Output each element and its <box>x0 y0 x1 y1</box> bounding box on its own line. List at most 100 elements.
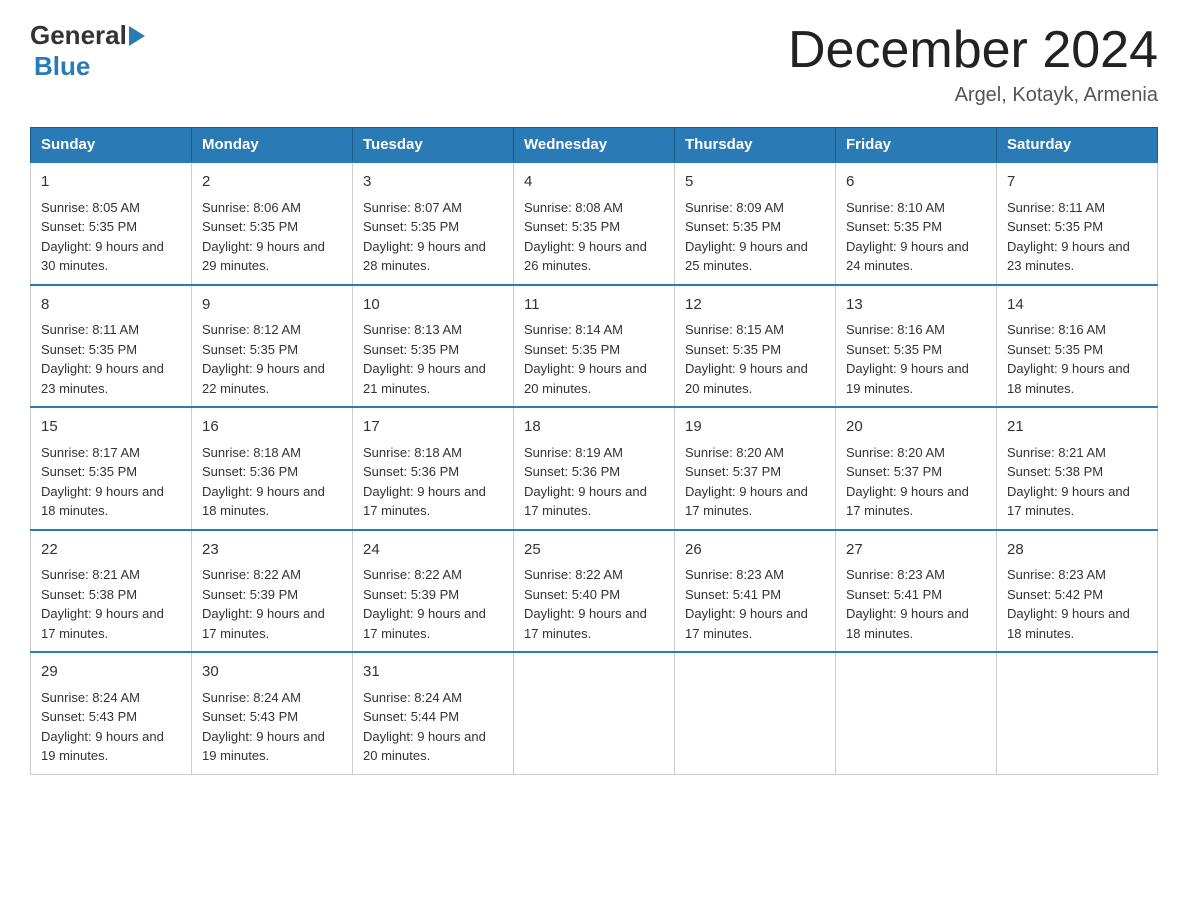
day-number: 24 <box>363 539 503 562</box>
calendar-cell: 15Sunrise: 8:17 AMSunset: 5:35 PMDayligh… <box>31 407 192 530</box>
day-number: 11 <box>524 294 664 317</box>
day-number: 7 <box>1007 171 1147 194</box>
daylight-text: Daylight: 9 hours and 19 minutes. <box>202 729 325 764</box>
sunset-text: Sunset: 5:35 PM <box>202 342 298 357</box>
day-header-saturday: Saturday <box>997 128 1158 163</box>
sunrise-text: Sunrise: 8:21 AM <box>1007 445 1106 460</box>
sunrise-text: Sunrise: 8:09 AM <box>685 200 784 215</box>
day-number: 23 <box>202 539 342 562</box>
sunset-text: Sunset: 5:35 PM <box>41 464 137 479</box>
sunrise-text: Sunrise: 8:24 AM <box>202 690 301 705</box>
sunrise-text: Sunrise: 8:15 AM <box>685 322 784 337</box>
calendar-cell: 31Sunrise: 8:24 AMSunset: 5:44 PMDayligh… <box>353 652 514 774</box>
calendar-cell: 17Sunrise: 8:18 AMSunset: 5:36 PMDayligh… <box>353 407 514 530</box>
sunrise-text: Sunrise: 8:10 AM <box>846 200 945 215</box>
day-number: 29 <box>41 661 181 684</box>
daylight-text: Daylight: 9 hours and 26 minutes. <box>524 239 647 274</box>
calendar-cell: 28Sunrise: 8:23 AMSunset: 5:42 PMDayligh… <box>997 530 1158 653</box>
sunset-text: Sunset: 5:43 PM <box>41 709 137 724</box>
calendar-week-5: 29 Sunrise: 8:24 AM Sunset: 5:43 PM Dayligh… <box>31 652 1158 774</box>
daylight-text: Daylight: 9 hours and 17 minutes. <box>363 606 486 641</box>
daylight-text: Daylight: 9 hours and 20 minutes. <box>363 729 486 764</box>
sunset-text: Sunset: 5:36 PM <box>524 464 620 479</box>
daylight-text: Daylight: 9 hours and 20 minutes. <box>685 361 808 396</box>
sunrise-text: Sunrise: 8:06 AM <box>202 200 301 215</box>
calendar-cell: 24Sunrise: 8:22 AMSunset: 5:39 PMDayligh… <box>353 530 514 653</box>
day-number: 30 <box>202 661 342 684</box>
sunrise-text: Sunrise: 8:14 AM <box>524 322 623 337</box>
page-header: General Blue December 2024 Argel, Kotayk… <box>30 20 1158 107</box>
day-number: 4 <box>524 171 664 194</box>
daylight-text: Daylight: 9 hours and 24 minutes. <box>846 239 969 274</box>
calendar-cell: 13Sunrise: 8:16 AMSunset: 5:35 PMDayligh… <box>836 285 997 408</box>
calendar-cell: 6Sunrise: 8:10 AMSunset: 5:35 PMDaylight… <box>836 162 997 285</box>
daylight-text: Daylight: 9 hours and 30 minutes. <box>41 239 164 274</box>
sunrise-text: Sunrise: 8:18 AM <box>202 445 301 460</box>
calendar-cell <box>836 652 997 774</box>
sunrise-text: Sunrise: 8:07 AM <box>363 200 462 215</box>
sunrise-text: Sunrise: 8:16 AM <box>1007 322 1106 337</box>
daylight-text: Daylight: 9 hours and 17 minutes. <box>41 606 164 641</box>
day-number: 2 <box>202 171 342 194</box>
day-number: 28 <box>1007 539 1147 562</box>
day-number: 16 <box>202 416 342 439</box>
calendar-week-2: 8Sunrise: 8:11 AMSunset: 5:35 PMDaylight… <box>31 285 1158 408</box>
day-header-tuesday: Tuesday <box>353 128 514 163</box>
day-header-wednesday: Wednesday <box>514 128 675 163</box>
title-section: December 2024 Argel, Kotayk, Armenia <box>788 20 1158 107</box>
calendar-cell: 19Sunrise: 8:20 AMSunset: 5:37 PMDayligh… <box>675 407 836 530</box>
calendar-cell: 16Sunrise: 8:18 AMSunset: 5:36 PMDayligh… <box>192 407 353 530</box>
day-number: 18 <box>524 416 664 439</box>
calendar-cell <box>997 652 1158 774</box>
logo-triangle-icon <box>129 26 145 46</box>
sunrise-text: Sunrise: 8:20 AM <box>846 445 945 460</box>
calendar-cell: 2 Sunrise: 8:06 AM Sunset: 5:35 PM Daylight… <box>192 162 353 285</box>
calendar-cell: 7Sunrise: 8:11 AMSunset: 5:35 PMDaylight… <box>997 162 1158 285</box>
day-number: 26 <box>685 539 825 562</box>
day-number: 3 <box>363 171 503 194</box>
daylight-text: Daylight: 9 hours and 29 minutes. <box>202 239 325 274</box>
sunrise-text: Sunrise: 8:22 AM <box>524 567 623 582</box>
sunrise-text: Sunrise: 8:22 AM <box>202 567 301 582</box>
sunset-text: Sunset: 5:42 PM <box>1007 587 1103 602</box>
calendar-cell: 12Sunrise: 8:15 AMSunset: 5:35 PMDayligh… <box>675 285 836 408</box>
daylight-text: Daylight: 9 hours and 23 minutes. <box>41 361 164 396</box>
day-number: 20 <box>846 416 986 439</box>
daylight-text: Daylight: 9 hours and 28 minutes. <box>363 239 486 274</box>
calendar-table: SundayMondayTuesdayWednesdayThursdayFrid… <box>30 127 1158 775</box>
calendar-cell: 22Sunrise: 8:21 AMSunset: 5:38 PMDayligh… <box>31 530 192 653</box>
daylight-text: Daylight: 9 hours and 22 minutes. <box>202 361 325 396</box>
sunrise-text: Sunrise: 8:22 AM <box>363 567 462 582</box>
daylight-text: Daylight: 9 hours and 25 minutes. <box>685 239 808 274</box>
sunset-text: Sunset: 5:36 PM <box>202 464 298 479</box>
logo-blue-text: Blue <box>34 51 90 81</box>
daylight-text: Daylight: 9 hours and 17 minutes. <box>685 484 808 519</box>
sunrise-text: Sunrise: 8:11 AM <box>41 322 139 337</box>
calendar-cell: 18Sunrise: 8:19 AMSunset: 5:36 PMDayligh… <box>514 407 675 530</box>
day-number: 1 <box>41 171 181 194</box>
calendar-cell: 23Sunrise: 8:22 AMSunset: 5:39 PMDayligh… <box>192 530 353 653</box>
day-number: 5 <box>685 171 825 194</box>
sunset-text: Sunset: 5:35 PM <box>41 342 137 357</box>
calendar-cell: 1Sunrise: 8:05 AMSunset: 5:35 PMDaylight… <box>31 162 192 285</box>
sunrise-text: Sunrise: 8:18 AM <box>363 445 462 460</box>
logo: General Blue <box>30 20 145 82</box>
sunrise-text: Sunrise: 8:23 AM <box>685 567 784 582</box>
sunrise-text: Sunrise: 8:05 AM <box>41 200 140 215</box>
daylight-text: Daylight: 9 hours and 18 minutes. <box>1007 606 1130 641</box>
sunset-text: Sunset: 5:37 PM <box>846 464 942 479</box>
calendar-cell: 21Sunrise: 8:21 AMSunset: 5:38 PMDayligh… <box>997 407 1158 530</box>
sunset-text: Sunset: 5:37 PM <box>685 464 781 479</box>
sunset-text: Sunset: 5:35 PM <box>363 219 459 234</box>
sunset-text: Sunset: 5:35 PM <box>1007 342 1103 357</box>
calendar-cell <box>514 652 675 774</box>
sunrise-text: Sunrise: 8:13 AM <box>363 322 462 337</box>
sunset-text: Sunset: 5:35 PM <box>524 219 620 234</box>
sunrise-text: Sunrise: 8:08 AM <box>524 200 623 215</box>
sunset-text: Sunset: 5:35 PM <box>202 219 298 234</box>
day-header-friday: Friday <box>836 128 997 163</box>
calendar-cell: 4 Sunrise: 8:08 AM Sunset: 5:35 PM Daylight… <box>514 162 675 285</box>
daylight-text: Daylight: 9 hours and 18 minutes. <box>41 484 164 519</box>
sunrise-text: Sunrise: 8:20 AM <box>685 445 784 460</box>
sunset-text: Sunset: 5:38 PM <box>1007 464 1103 479</box>
